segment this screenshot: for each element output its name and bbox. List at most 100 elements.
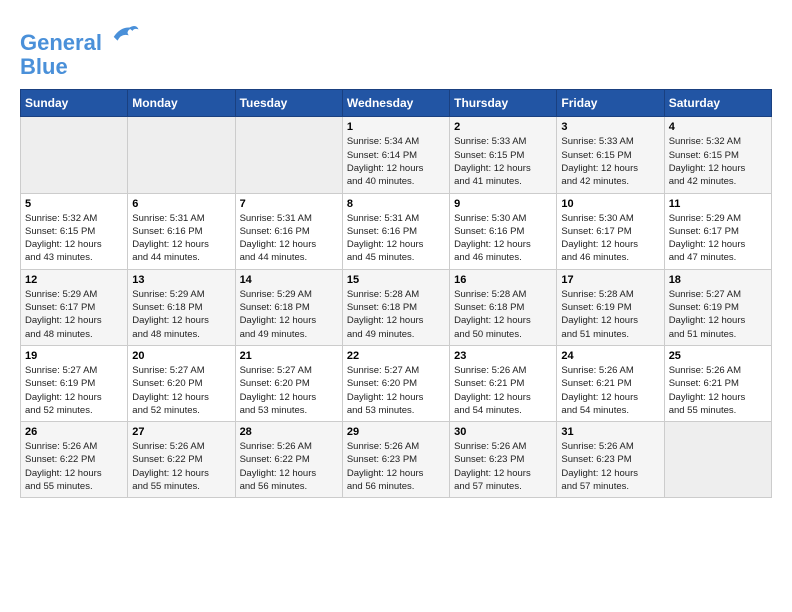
- day-info: Sunrise: 5:29 AMSunset: 6:17 PMDaylight:…: [669, 212, 767, 265]
- day-number: 20: [132, 350, 230, 362]
- day-number: 13: [132, 274, 230, 286]
- day-number: 10: [561, 198, 659, 210]
- day-info: Sunrise: 5:26 AMSunset: 6:22 PMDaylight:…: [25, 440, 123, 493]
- calendar-cell: 1 Sunrise: 5:34 AMSunset: 6:14 PMDaylight…: [342, 117, 449, 193]
- day-number: 2: [454, 121, 552, 133]
- day-number: 16: [454, 274, 552, 286]
- calendar-cell: 21 Sunrise: 5:27 AMSunset: 6:20 PMDayligh…: [235, 345, 342, 421]
- logo-text: General Blue: [20, 20, 140, 79]
- day-number: 30: [454, 426, 552, 438]
- day-number: 11: [669, 198, 767, 210]
- day-info: Sunrise: 5:30 AMSunset: 6:17 PMDaylight:…: [561, 212, 659, 265]
- header-sunday: Sunday: [21, 90, 128, 117]
- calendar-cell: 28 Sunrise: 5:26 AMSunset: 6:22 PMDayligh…: [235, 422, 342, 498]
- day-number: 23: [454, 350, 552, 362]
- calendar-week-row: 5 Sunrise: 5:32 AMSunset: 6:15 PMDaylight…: [21, 193, 772, 269]
- header-tuesday: Tuesday: [235, 90, 342, 117]
- day-info: Sunrise: 5:26 AMSunset: 6:21 PMDaylight:…: [454, 364, 552, 417]
- calendar-cell: 19 Sunrise: 5:27 AMSunset: 6:19 PMDayligh…: [21, 345, 128, 421]
- day-number: 18: [669, 274, 767, 286]
- day-number: 12: [25, 274, 123, 286]
- day-info: Sunrise: 5:26 AMSunset: 6:22 PMDaylight:…: [132, 440, 230, 493]
- day-number: 6: [132, 198, 230, 210]
- calendar-cell: [21, 117, 128, 193]
- day-number: 5: [25, 198, 123, 210]
- day-number: 15: [347, 274, 445, 286]
- day-number: 31: [561, 426, 659, 438]
- day-number: 4: [669, 121, 767, 133]
- calendar-cell: 3 Sunrise: 5:33 AMSunset: 6:15 PMDaylight…: [557, 117, 664, 193]
- logo-bird-icon: [110, 20, 140, 50]
- day-number: 26: [25, 426, 123, 438]
- calendar-table: SundayMondayTuesdayWednesdayThursdayFrid…: [20, 89, 772, 498]
- day-number: 21: [240, 350, 338, 362]
- calendar-week-row: 26 Sunrise: 5:26 AMSunset: 6:22 PMDayligh…: [21, 422, 772, 498]
- header-monday: Monday: [128, 90, 235, 117]
- header-friday: Friday: [557, 90, 664, 117]
- day-number: 17: [561, 274, 659, 286]
- day-number: 27: [132, 426, 230, 438]
- calendar-cell: 17 Sunrise: 5:28 AMSunset: 6:19 PMDayligh…: [557, 269, 664, 345]
- calendar-cell: 23 Sunrise: 5:26 AMSunset: 6:21 PMDayligh…: [450, 345, 557, 421]
- calendar-cell: 24 Sunrise: 5:26 AMSunset: 6:21 PMDayligh…: [557, 345, 664, 421]
- header-wednesday: Wednesday: [342, 90, 449, 117]
- day-info: Sunrise: 5:27 AMSunset: 6:19 PMDaylight:…: [25, 364, 123, 417]
- calendar-cell: 16Sunrise: 5:28 AMSunset: 6:18 PMDayligh…: [450, 269, 557, 345]
- calendar-cell: 27 Sunrise: 5:26 AMSunset: 6:22 PMDayligh…: [128, 422, 235, 498]
- day-info: Sunrise: 5:27 AMSunset: 6:20 PMDaylight:…: [240, 364, 338, 417]
- day-number: 25: [669, 350, 767, 362]
- calendar-cell: 31 Sunrise: 5:26 AMSunset: 6:23 PMDayligh…: [557, 422, 664, 498]
- day-number: 28: [240, 426, 338, 438]
- day-info: Sunrise: 5:28 AMSunset: 6:18 PMDaylight:…: [347, 288, 445, 341]
- day-info: Sunrise: 5:31 AMSunset: 6:16 PMDaylight:…: [347, 212, 445, 265]
- day-number: 3: [561, 121, 659, 133]
- calendar-cell: 12 Sunrise: 5:29 AMSunset: 6:17 PMDayligh…: [21, 269, 128, 345]
- day-info: Sunrise: 5:32 AMSunset: 6:15 PMDaylight:…: [25, 212, 123, 265]
- page-header: General Blue: [20, 20, 772, 79]
- day-number: 14: [240, 274, 338, 286]
- calendar-cell: 26 Sunrise: 5:26 AMSunset: 6:22 PMDayligh…: [21, 422, 128, 498]
- day-info: Sunrise: 5:27 AMSunset: 6:19 PMDaylight:…: [669, 288, 767, 341]
- header-thursday: Thursday: [450, 90, 557, 117]
- day-info: Sunrise: 5:26 AMSunset: 6:22 PMDaylight:…: [240, 440, 338, 493]
- calendar-cell: 7 Sunrise: 5:31 AMSunset: 6:16 PMDaylight…: [235, 193, 342, 269]
- day-number: 19: [25, 350, 123, 362]
- day-number: 1: [347, 121, 445, 133]
- day-info: Sunrise: 5:32 AMSunset: 6:15 PMDaylight:…: [669, 135, 767, 188]
- day-info: Sunrise: 5:29 AMSunset: 6:17 PMDaylight:…: [25, 288, 123, 341]
- day-info: Sunrise: 5:26 AMSunset: 6:21 PMDaylight:…: [669, 364, 767, 417]
- day-info: Sunrise: 5:33 AMSunset: 6:15 PMDaylight:…: [561, 135, 659, 188]
- calendar-cell: 22Sunrise: 5:27 AMSunset: 6:20 PMDayligh…: [342, 345, 449, 421]
- calendar-week-row: 12 Sunrise: 5:29 AMSunset: 6:17 PMDayligh…: [21, 269, 772, 345]
- calendar-cell: 9 Sunrise: 5:30 AMSunset: 6:16 PMDaylight…: [450, 193, 557, 269]
- calendar-header-row: SundayMondayTuesdayWednesdayThursdayFrid…: [21, 90, 772, 117]
- day-info: Sunrise: 5:26 AMSunset: 6:23 PMDaylight:…: [454, 440, 552, 493]
- day-info: Sunrise: 5:29 AMSunset: 6:18 PMDaylight:…: [132, 288, 230, 341]
- calendar-cell: [128, 117, 235, 193]
- calendar-week-row: 1 Sunrise: 5:34 AMSunset: 6:14 PMDaylight…: [21, 117, 772, 193]
- calendar-cell: [235, 117, 342, 193]
- calendar-cell: 30 Sunrise: 5:26 AMSunset: 6:23 PMDayligh…: [450, 422, 557, 498]
- calendar-cell: 10 Sunrise: 5:30 AMSunset: 6:17 PMDayligh…: [557, 193, 664, 269]
- day-info: Sunrise: 5:31 AMSunset: 6:16 PMDaylight:…: [240, 212, 338, 265]
- calendar-cell: 11 Sunrise: 5:29 AMSunset: 6:17 PMDayligh…: [664, 193, 771, 269]
- day-info: Sunrise: 5:26 AMSunset: 6:23 PMDaylight:…: [561, 440, 659, 493]
- day-number: 8: [347, 198, 445, 210]
- day-number: 9: [454, 198, 552, 210]
- calendar-cell: 14Sunrise: 5:29 AMSunset: 6:18 PMDayligh…: [235, 269, 342, 345]
- header-saturday: Saturday: [664, 90, 771, 117]
- day-number: 7: [240, 198, 338, 210]
- calendar-cell: 4 Sunrise: 5:32 AMSunset: 6:15 PMDaylight…: [664, 117, 771, 193]
- calendar-cell: 2Sunrise: 5:33 AMSunset: 6:15 PMDaylight…: [450, 117, 557, 193]
- calendar-cell: 8 Sunrise: 5:31 AMSunset: 6:16 PMDaylight…: [342, 193, 449, 269]
- calendar-week-row: 19 Sunrise: 5:27 AMSunset: 6:19 PMDayligh…: [21, 345, 772, 421]
- calendar-cell: 6Sunrise: 5:31 AMSunset: 6:16 PMDaylight…: [128, 193, 235, 269]
- calendar-cell: 20 Sunrise: 5:27 AMSunset: 6:20 PMDayligh…: [128, 345, 235, 421]
- day-info: Sunrise: 5:34 AMSunset: 6:14 PMDaylight:…: [347, 135, 445, 188]
- calendar-cell: 25 Sunrise: 5:26 AMSunset: 6:21 PMDayligh…: [664, 345, 771, 421]
- day-info: Sunrise: 5:26 AMSunset: 6:21 PMDaylight:…: [561, 364, 659, 417]
- day-info: Sunrise: 5:28 AMSunset: 6:19 PMDaylight:…: [561, 288, 659, 341]
- day-info: Sunrise: 5:30 AMSunset: 6:16 PMDaylight:…: [454, 212, 552, 265]
- day-number: 24: [561, 350, 659, 362]
- day-info: Sunrise: 5:27 AMSunset: 6:20 PMDaylight:…: [132, 364, 230, 417]
